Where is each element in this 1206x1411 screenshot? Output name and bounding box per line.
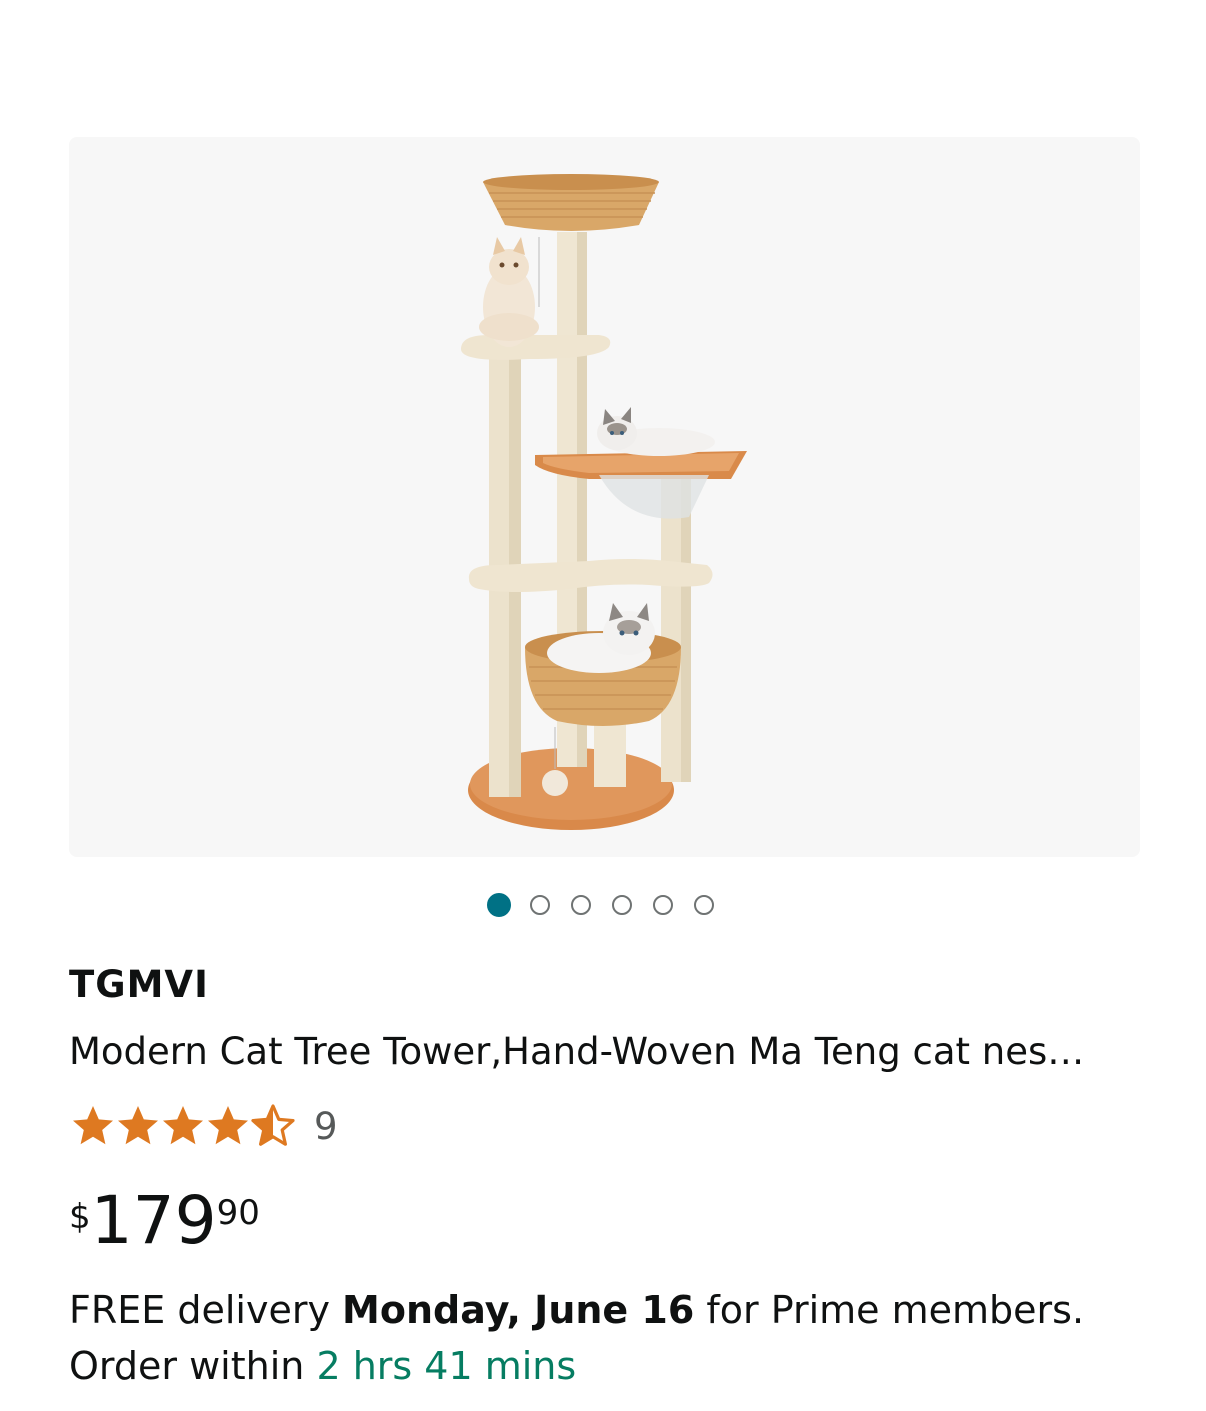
star-icon <box>73 1106 113 1145</box>
delivery-date: Monday, June 16 <box>342 1288 695 1332</box>
product-image-gallery[interactable] <box>69 137 1140 857</box>
price-fraction: 90 <box>216 1193 260 1233</box>
image-dot-5[interactable] <box>653 895 673 915</box>
rating-summary[interactable]: 9 <box>69 1100 338 1152</box>
star-rating <box>69 1103 295 1149</box>
delivery-prefix: FREE delivery <box>69 1288 330 1332</box>
image-dot-2[interactable] <box>530 895 550 915</box>
price-currency-symbol: $ <box>69 1197 91 1237</box>
star-icon <box>163 1106 203 1145</box>
price: $ 179 90 <box>69 1183 260 1259</box>
brand-name[interactable]: TGMVI <box>69 963 209 1006</box>
product-title[interactable]: Modern Cat Tree Tower,Hand-Woven Ma Teng… <box>69 1030 1139 1073</box>
delivery-info: FREE delivery Monday, June 16 for Prime … <box>69 1282 1179 1394</box>
star-icon <box>118 1106 158 1145</box>
image-pagination-dots <box>487 893 735 917</box>
order-within-label: Order within <box>69 1344 305 1388</box>
image-dot-6[interactable] <box>694 895 714 915</box>
image-dot-1[interactable] <box>487 893 511 917</box>
star-icon <box>208 1106 248 1145</box>
delivery-countdown: 2 hrs 41 mins <box>316 1344 577 1388</box>
price-whole: 179 <box>90 1182 217 1259</box>
half-star-icon <box>251 1104 295 1146</box>
product-image[interactable] <box>69 137 1140 857</box>
image-dot-3[interactable] <box>571 895 591 915</box>
image-dot-4[interactable] <box>612 895 632 915</box>
delivery-suffix: for Prime members. <box>706 1288 1085 1332</box>
review-count[interactable]: 9 <box>314 1105 338 1148</box>
